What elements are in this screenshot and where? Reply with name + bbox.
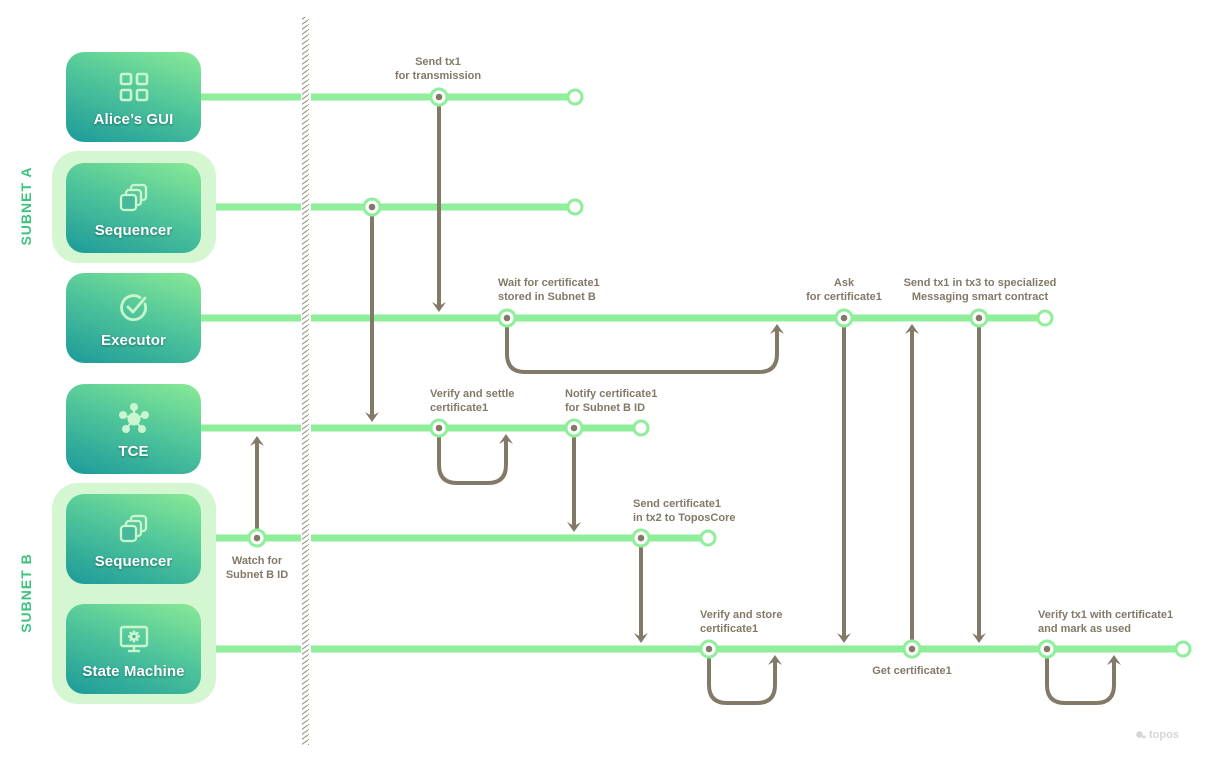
step-node-dot: [253, 534, 261, 542]
step-send-tx3: Send tx1 in tx3 to specialized Messaging…: [903, 277, 1057, 303]
actor-label: Alice’s GUI: [93, 110, 174, 128]
actor-sequencer-b: Sequencer: [66, 494, 201, 584]
lane-end-node: [632, 419, 650, 437]
step-node-dot: [503, 314, 511, 322]
step-node-dot: [975, 314, 983, 322]
sequence-diagram: SUBNET A SUBNET B Alice’s GUI Sequencer …: [0, 0, 1216, 766]
lane-end-node: [566, 88, 584, 106]
hatched-divider: [302, 17, 309, 745]
actor-label: Executor: [101, 331, 166, 349]
stack-icon: [119, 183, 147, 211]
network-hub-icon: [118, 402, 149, 433]
step-verify-tx1: Verify tx1 with certificate1 and mark as…: [1038, 609, 1174, 635]
actor-alices-gui: Alice’s GUI: [66, 52, 201, 142]
lane-end-node: [1174, 640, 1192, 658]
actor-executor: Executor: [66, 273, 201, 363]
step-node-dot: [570, 424, 578, 432]
step-node-dot: [435, 93, 443, 101]
actor-label: TCE: [118, 442, 149, 460]
monitor-gear-icon: [119, 625, 148, 652]
actor-label: Sequencer: [94, 552, 173, 570]
step-node-dot: [705, 645, 713, 653]
step-ask-cert: Ask for certificate1: [806, 277, 882, 303]
step-send-tx1: Send tx1 for transmission: [394, 56, 482, 82]
actor-label: State Machine: [82, 662, 185, 680]
lane-end-node: [699, 529, 717, 547]
step-node-dot: [1043, 645, 1051, 653]
step-wait-cert: Wait for certificate1 stored in Subnet B: [498, 277, 600, 303]
step-watch-subnet: Watch for Subnet B ID: [225, 555, 289, 581]
loop-wait-for-certificate: [505, 326, 779, 374]
step-send-cert-tx2: Send certificate1 in tx2 to ToposCore: [633, 498, 736, 524]
grid-icon: [119, 72, 148, 101]
loop-verify-tx1: [1045, 657, 1116, 705]
actor-state-machine: State Machine: [66, 604, 201, 694]
stack-icon: [119, 514, 147, 542]
actor-sequencer-a: Sequencer: [66, 163, 201, 253]
topos-watermark: topos: [1136, 729, 1179, 741]
step-notify-cert: Notify certificate1 for Subnet B ID: [565, 388, 658, 414]
loop-verify-and-store: [707, 657, 777, 705]
actor-label: Sequencer: [94, 221, 173, 239]
step-verify-store: Verify and store certificate1: [700, 609, 783, 635]
check-circle-icon: [119, 293, 147, 321]
step-node-dot: [637, 534, 645, 542]
lane-end-node: [1036, 309, 1054, 327]
step-node-dot: [840, 314, 848, 322]
loop-verify-and-settle: [437, 436, 508, 485]
step-node-dot: [435, 424, 443, 432]
step-node-dot: [368, 203, 376, 211]
actor-tce: TCE: [66, 384, 201, 474]
step-node-dot: [908, 645, 916, 653]
topos-logo-icon: [1136, 731, 1146, 739]
step-verify-settle: Verify and settle certificate1: [430, 388, 515, 414]
lane-end-node: [566, 198, 584, 216]
step-get-cert: Get certificate1: [872, 665, 952, 677]
